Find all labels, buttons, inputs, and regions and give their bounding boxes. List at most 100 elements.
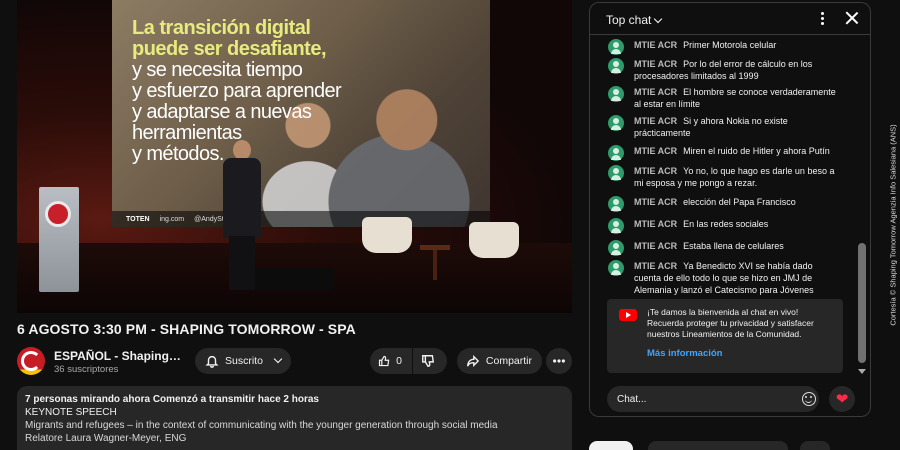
user-avatar — [608, 145, 624, 161]
slide-line: La transición digital — [132, 17, 311, 39]
chat-author: MTIE ACR — [634, 219, 678, 229]
chat-mode-label: Top chat — [606, 13, 652, 27]
chat-input-row: ❤ — [590, 383, 870, 416]
video-player[interactable]: La transición digital puede ser desafian… — [17, 0, 572, 313]
chat-author: MTIE ACR — [634, 59, 678, 69]
chat-message[interactable]: MTIE ACR Yo no, lo que hago es darle un b… — [608, 165, 840, 189]
credit-text: Cortesía © Shaping Tomorrow Agenzia Info… — [888, 124, 897, 326]
chat-message[interactable]: MTIE ACR Miren el ruido de Hitler y ahora… — [608, 145, 840, 161]
podium-logo — [45, 201, 71, 227]
chat-author: MTIE ACR — [634, 40, 678, 50]
bell-icon — [205, 355, 219, 368]
user-avatar — [608, 196, 624, 212]
chat-text: En las redes sociales — [683, 219, 769, 229]
stage-chair — [469, 222, 519, 258]
user-avatar — [608, 58, 624, 74]
chevron-down-icon — [273, 354, 283, 364]
description-line: KEYNOTE SPEECH — [25, 407, 117, 418]
emoji-icon[interactable] — [802, 392, 816, 406]
scroll-down-arrow-icon[interactable] — [858, 369, 866, 374]
user-avatar — [608, 115, 624, 131]
chat-message[interactable]: MTIE ACR Ya Benedicto XVI se había dado c… — [608, 260, 840, 296]
thumbs-up-icon — [378, 355, 390, 367]
slide-footer: TOTEN ing.com @AndyStalman — [112, 211, 490, 227]
subscriber-count: 36 suscriptores — [54, 364, 119, 375]
chat-author: MTIE ACR — [634, 166, 678, 176]
chat-welcome-notice: ¡Te damos la bienvenida al chat en vivo!… — [607, 299, 843, 373]
more-horizontal-icon — [553, 359, 565, 363]
slide-line: y métodos. — [132, 143, 224, 165]
chat-message[interactable]: MTIE ACR El hombre se conoce verdaderamen… — [608, 86, 840, 110]
image-credit: Cortesía © Shaping Tomorrow Agenzia Info… — [885, 0, 900, 450]
chip-related[interactable] — [648, 441, 788, 450]
youtube-icon — [619, 309, 637, 321]
slide-headline: La transición digital puede ser desafian… — [132, 18, 432, 165]
chat-mode-dropdown[interactable]: Top chat — [606, 13, 663, 27]
channel-avatar[interactable] — [17, 347, 45, 375]
heart-icon[interactable]: ❤ — [829, 386, 855, 412]
chat-author: MTIE ACR — [634, 261, 678, 271]
description-line: Relatore Laura Wagner-Meyer, ENG — [25, 433, 187, 444]
user-avatar — [608, 86, 624, 102]
user-avatar — [608, 260, 624, 276]
description-line: Migrants and refugees – in the context o… — [25, 420, 498, 431]
chat-header: Top chat — [590, 3, 870, 35]
chat-text: Miren el ruido de Hitler y ahora Putín — [683, 146, 830, 156]
slide-line: y adaptarse a nuevas — [132, 101, 312, 123]
chat-message[interactable]: MTIE ACR Estaba llena de celulares — [608, 240, 840, 256]
chat-author: MTIE ACR — [634, 116, 678, 126]
share-button[interactable]: Compartir — [457, 348, 542, 374]
user-avatar — [608, 218, 624, 234]
chat-author: MTIE ACR — [634, 146, 678, 156]
subscribe-label: Suscrito — [225, 355, 263, 367]
slide-line: herramientas — [132, 122, 242, 144]
stage-chair — [362, 217, 412, 253]
podium — [39, 187, 79, 292]
welcome-text: ¡Te damos la bienvenida al chat en vivo!… — [647, 307, 814, 339]
share-label: Compartir — [485, 355, 532, 367]
chat-author: MTIE ACR — [634, 241, 678, 251]
more-actions-button[interactable] — [546, 348, 572, 374]
chat-author: MTIE ACR — [634, 197, 678, 207]
slide-footer-site: ing.com — [159, 215, 185, 223]
description-box[interactable]: 7 personas mirando ahora Comenzó a trans… — [17, 386, 572, 450]
slide-line: y esfuerzo para aprender — [132, 80, 342, 102]
slide-line: y se necesita tiempo — [132, 59, 303, 81]
thumbs-down-icon — [422, 355, 435, 367]
chat-author: MTIE ACR — [634, 87, 678, 97]
user-avatar — [608, 240, 624, 256]
chat-message[interactable]: MTIE ACR Primer Motorola celular — [608, 39, 840, 55]
dislike-button[interactable] — [413, 348, 447, 374]
chevron-down-icon — [654, 14, 663, 24]
chat-message[interactable]: MTIE ACR Si y ahora Nokia no existe práct… — [608, 115, 840, 139]
close-icon[interactable] — [845, 11, 859, 25]
user-avatar — [608, 39, 624, 55]
channel-name[interactable]: ESPAÑOL - ShapingTomorrow — [54, 349, 182, 363]
like-count: 0 — [396, 355, 402, 367]
slide-line: puede ser desafiante, — [132, 38, 327, 60]
chat-message[interactable]: MTIE ACR Por lo del error de cálculo en l… — [608, 58, 840, 82]
share-icon — [467, 354, 480, 368]
owner-row: ESPAÑOL - ShapingTomorrow 36 suscriptore… — [17, 346, 572, 380]
chat-text: Primer Motorola celular — [683, 40, 777, 50]
user-avatar — [608, 165, 624, 181]
chat-message[interactable]: MTIE ACR En las redes sociales — [608, 218, 840, 234]
chat-message[interactable]: MTIE ACR elección del Papa Francisco — [608, 196, 840, 212]
more-info-link[interactable]: Más información — [647, 348, 833, 359]
presentation-screen: La transición digital puede ser desafian… — [112, 0, 490, 227]
stage-monitor — [255, 268, 333, 290]
chat-text: Estaba llena de celulares — [683, 241, 784, 251]
like-button[interactable]: 0 — [370, 348, 412, 374]
chat-text: elección del Papa Francisco — [683, 197, 796, 207]
live-chat-panel: Top chat MTIE ACR Primer Motorola celular… — [589, 2, 871, 417]
slide-footer-brand: TOTEN — [126, 215, 150, 223]
more-vertical-icon[interactable] — [819, 12, 825, 26]
chip-next[interactable] — [800, 441, 830, 450]
stage-table — [420, 245, 450, 280]
chip-all[interactable] — [589, 441, 633, 450]
view-meta: 7 personas mirando ahora Comenzó a trans… — [25, 394, 319, 405]
chat-input[interactable] — [607, 386, 819, 412]
chat-scrollbar[interactable] — [858, 243, 866, 363]
subscribe-button[interactable]: Suscrito — [195, 348, 291, 374]
video-title: 6 AGOSTO 3:30 PM - SHAPING TOMORROW - SP… — [17, 321, 356, 337]
